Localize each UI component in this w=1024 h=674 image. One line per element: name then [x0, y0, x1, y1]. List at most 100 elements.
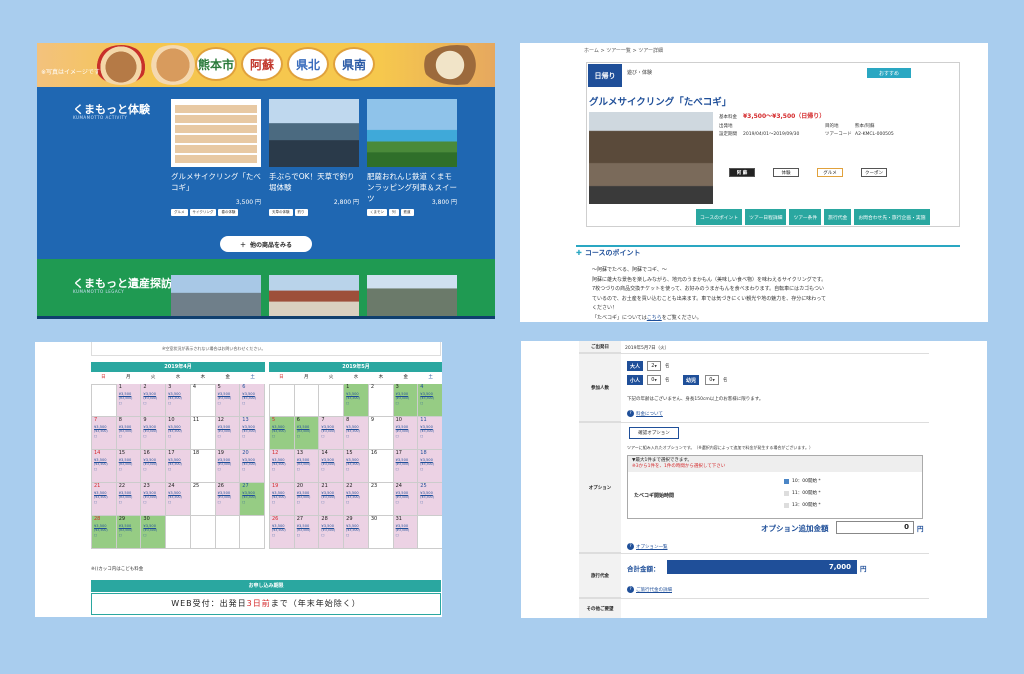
calendar-day[interactable]: 14 ¥3,500 (¥3,500) □: [92, 450, 117, 483]
calendar-day[interactable]: 25 ¥3,500 (¥3,500) □: [418, 483, 442, 516]
tour-card-title[interactable]: グルメサイクリング「たべコギ」: [171, 171, 261, 195]
tag[interactable]: グルメ: [817, 168, 843, 177]
option-list-link[interactable]: ? オプション一覧: [627, 543, 668, 550]
calendar-day[interactable]: 20 ¥3,500 (¥3,500) □: [294, 483, 320, 516]
calendar-day[interactable]: 21 ¥3,500 (¥3,500) □: [92, 483, 117, 516]
calendar-day[interactable]: 14 ¥3,500 (¥3,500) □: [319, 450, 345, 483]
calendar-day[interactable]: 11 ¥3,500 (¥3,500) □: [418, 417, 442, 450]
tab-price[interactable]: 旅行代金: [824, 209, 852, 225]
calendar-day[interactable]: 21 ¥3,500 (¥3,500) □: [319, 483, 345, 516]
calendar-day[interactable]: 26 ¥3,500 (¥3,500) □: [215, 483, 241, 516]
calendar-day[interactable]: 19 ¥3,500 (¥3,500) □: [215, 450, 241, 483]
calendar-day[interactable]: 18 ¥3,500 (¥3,500) □: [418, 450, 442, 483]
calendar-day[interactable]: 13 ¥3,500 (¥3,500) □: [240, 417, 265, 450]
calendar-day[interactable]: 23 ¥3,500 (¥3,500) □: [141, 483, 167, 516]
tag[interactable]: 鉄道: [400, 209, 414, 216]
tour-card[interactable]: 肥薩おれんじ鉄道 くまモンラッピング列車＆スイーツ 3,800 円 くまモン 列…: [367, 99, 457, 216]
region-south[interactable]: 県南: [333, 47, 375, 81]
tag[interactable]: グルメ: [171, 209, 188, 216]
tag[interactable]: クーポン: [861, 168, 887, 177]
calendar-day[interactable]: 2 ¥3,500 (¥3,500) □: [141, 384, 167, 417]
calendar-day[interactable]: 27 ¥3,500 (¥3,500) □: [240, 483, 265, 516]
calendar-day[interactable]: 15 ¥3,500 (¥3,500) □: [344, 450, 369, 483]
tab-contact[interactable]: お問合わせ先・旅行企画・実施: [854, 209, 930, 225]
tour-card-title[interactable]: 手ぶらでOK！天草で釣り堀体験: [269, 171, 359, 195]
calendar-day[interactable]: 15 ¥3,500 (¥3,500) □: [116, 450, 142, 483]
calendar-day[interactable]: 30 ¥3,500 (¥3,500) □: [141, 516, 167, 549]
checkbox[interactable]: [784, 502, 789, 508]
tab-schedule[interactable]: ツアー日程詳細: [745, 209, 787, 225]
calendar-day[interactable]: 7 ¥3,500 (¥3,500) □: [319, 417, 345, 450]
calendar-day[interactable]: 29 ¥3,500 (¥3,500) □: [344, 516, 369, 549]
adult-count-select[interactable]: 2 ▼: [647, 361, 661, 371]
calendar-day[interactable]: 9 ¥3,500 (¥3,500) □: [141, 417, 167, 450]
tag[interactable]: 阿 蘇: [729, 168, 755, 177]
calendar-day[interactable]: 8 ¥3,500 (¥3,500) □: [344, 417, 369, 450]
option-tab-button[interactable]: 確認オプション: [629, 427, 679, 439]
calendar-day[interactable]: 29 ¥3,500 (¥3,500) □: [116, 516, 142, 549]
calendar-day[interactable]: 3 ¥3,500 (¥3,500) □: [393, 384, 419, 417]
calendar-day[interactable]: 12 ¥3,500 (¥3,500) □: [270, 450, 295, 483]
start-time-choice[interactable]: 13：00開始 *: [784, 502, 821, 508]
calendar-day[interactable]: 17 ¥3,500 (¥3,500) □: [393, 450, 419, 483]
tab-course-points[interactable]: コースのポイント: [696, 209, 743, 225]
legacy-photo[interactable]: [269, 275, 359, 319]
calendar-day[interactable]: 1 ¥3,500 (¥3,500) □: [344, 384, 369, 417]
calendar-day[interactable]: 3 ¥3,500 (¥3,500) □: [166, 384, 191, 417]
calendar-day[interactable]: 24 ¥3,500 (¥3,500) □: [166, 483, 191, 516]
legacy-photo[interactable]: [171, 275, 261, 319]
calendar-day[interactable]: 12 ¥3,500 (¥3,500) □: [215, 417, 241, 450]
tag[interactable]: 釣り: [294, 209, 308, 216]
calendar-day[interactable]: 26 ¥3,500 (¥3,500) □: [270, 516, 295, 549]
calendar-day[interactable]: 8 ¥3,500 (¥3,500) □: [116, 417, 142, 450]
tour-card-image[interactable]: [269, 99, 359, 167]
breadcrumb[interactable]: ホーム > ツアー一覧 > ツアー詳細: [584, 47, 663, 54]
calendar-day[interactable]: 31 ¥3,500 (¥3,500) □: [393, 516, 419, 549]
infant-count-select[interactable]: 0 ▼: [705, 375, 719, 385]
calendar-day[interactable]: 5 ¥3,500 (¥3,500) □: [270, 417, 295, 450]
tour-card[interactable]: 手ぶらでOK！天草で釣り堀体験 2,800 円 天草の体験 釣り: [269, 99, 359, 216]
price-help-link[interactable]: ? 料金について: [627, 410, 663, 417]
calendar-day[interactable]: 1 ¥3,500 (¥3,500) □: [116, 384, 142, 417]
calendar-day[interactable]: 10 ¥3,500 (¥3,500) □: [393, 417, 419, 450]
calendar-day[interactable]: 17 ¥3,500 (¥3,500) □: [166, 450, 191, 483]
tag[interactable]: 春の体験: [218, 209, 239, 216]
calendar-day[interactable]: 6 ¥3,500 (¥3,500) □: [294, 417, 320, 450]
calendar-day[interactable]: 24 ¥3,500 (¥3,500) □: [393, 483, 419, 516]
detail-link[interactable]: こちら: [647, 315, 662, 321]
start-time-choice[interactable]: 10：00開始 *: [784, 478, 821, 484]
calendar-day[interactable]: 5 ¥3,500 (¥3,500) □: [215, 384, 241, 417]
child-count-select[interactable]: 0 ▼: [647, 375, 661, 385]
tag[interactable]: 列: [389, 209, 399, 216]
calendar-day[interactable]: 7 ¥3,500 (¥3,500) □: [92, 417, 117, 450]
start-time-choice[interactable]: 11：00開始 *: [784, 490, 821, 496]
tag[interactable]: くまモン: [367, 209, 387, 216]
calendar-day[interactable]: 22 ¥3,500 (¥3,500) □: [116, 483, 142, 516]
region-north[interactable]: 県北: [287, 47, 329, 81]
checkbox[interactable]: [784, 478, 789, 484]
tag[interactable]: サイクリング: [189, 209, 217, 216]
calendar-day[interactable]: 10 ¥3,500 (¥3,500) □: [166, 417, 191, 450]
calendar-day[interactable]: 13 ¥3,500 (¥3,500) □: [294, 450, 320, 483]
price-detail-link[interactable]: ? ご旅行代金の詳細: [627, 586, 672, 593]
region-aso[interactable]: 阿蘇: [241, 47, 283, 81]
calendar-day[interactable]: 28 ¥3,500 (¥3,500) □: [92, 516, 117, 549]
tab-conditions[interactable]: ツアー条件: [789, 209, 822, 225]
tag[interactable]: 体験: [773, 168, 799, 177]
calendar-day[interactable]: 28 ¥3,500 (¥3,500) □: [319, 516, 345, 549]
calendar-day[interactable]: 20 ¥3,500 (¥3,500) □: [240, 450, 265, 483]
tour-card[interactable]: グルメサイクリング「たべコギ」 3,500 円 グルメ サイクリング 春の体験: [171, 99, 261, 216]
calendar-day[interactable]: 16 ¥3,500 (¥3,500) □: [141, 450, 167, 483]
checkbox[interactable]: [784, 490, 789, 496]
legacy-photo[interactable]: [367, 275, 457, 319]
calendar-day[interactable]: 4 ¥3,500 (¥3,500) □: [418, 384, 442, 417]
calendar-day[interactable]: 27 ¥3,500 (¥3,500) □: [294, 516, 320, 549]
calendar-day[interactable]: 6 ¥3,500 (¥3,500) □: [240, 384, 265, 417]
tour-card-image[interactable]: [171, 99, 261, 167]
calendar-day[interactable]: 22 ¥3,500 (¥3,500) □: [344, 483, 369, 516]
more-products-button[interactable]: ＋ 他の商品をみる: [220, 236, 312, 252]
tour-card-image[interactable]: [367, 99, 457, 167]
tour-card-title[interactable]: 肥薩おれんじ鉄道 くまモンラッピング列車＆スイーツ: [367, 171, 457, 203]
calendar-day[interactable]: 19 ¥3,500 (¥3,500) □: [270, 483, 295, 516]
tag[interactable]: 天草の体験: [269, 209, 293, 216]
